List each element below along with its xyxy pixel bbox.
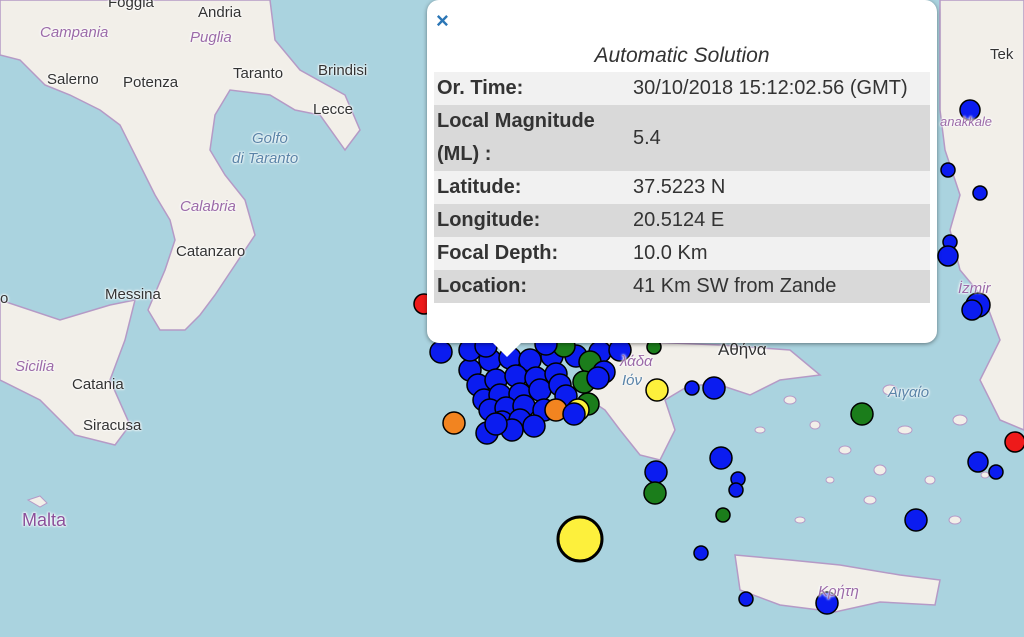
value-focal-depth: 10.0 Km [633,242,708,264]
marker-green[interactable] [643,481,667,505]
place-andria: Andria [198,4,242,21]
close-icon[interactable]: × [436,10,458,32]
region-sicilia: Sicilia [15,358,55,375]
marker-blue[interactable] [961,299,983,321]
region-puglia: Puglia [190,29,232,46]
marker-blue[interactable] [937,245,959,267]
marker-yellow-large[interactable] [556,515,604,563]
row-longitude: Longitude: 20.5124 E [434,204,930,237]
value-latitude: 37.5223 N [633,176,726,198]
earthquake-info-table: Or. Time: 30/10/2018 15:12:02.56 (GMT) L… [434,72,930,303]
value-origin-time: 30/10/2018 15:12:02.56 (GMT) [633,77,908,99]
region-kriti: Κρήτη [818,583,859,600]
marker-green[interactable] [715,507,731,523]
place-catanzaro: Catanzaro [176,243,246,260]
country-ellada: λάδα [620,353,653,370]
region-calabria: Calabria [180,198,236,215]
row-magnitude: Local Magnitude (ML) : 5.4 [434,105,930,171]
marker-blue[interactable] [738,591,754,607]
region-campania: Campania [40,24,109,41]
value-magnitude: 5.4 [633,126,661,149]
place-tek: Tek [990,46,1014,63]
label-magnitude: Local Magnitude (ML) : [437,110,595,165]
place-messina: Messina [105,286,161,303]
label-latitude: Latitude: [437,176,522,198]
marker-blue[interactable] [484,412,508,436]
row-location: Location: 41 Km SW from Zande [434,270,930,303]
marker-blue[interactable] [728,482,744,498]
marker-blue[interactable] [644,460,668,484]
place-foggia: Foggia [108,0,154,11]
sea-di-taranto: di Taranto [232,150,299,167]
marker-green[interactable] [850,402,874,426]
sea-aigaio: Αιγαίο [888,384,930,401]
popup-title: Automatic Solution [594,44,770,67]
marker-blue[interactable] [693,545,709,561]
marker-blue[interactable] [988,464,1004,480]
place-izmir: İzmir [958,280,991,297]
row-focal-depth: Focal Depth: 10.0 Km [434,237,930,270]
label-longitude: Longitude: [437,209,541,231]
marker-blue[interactable] [709,446,733,470]
place-canakkale: anakkale [940,114,993,129]
marker-blue[interactable] [940,162,956,178]
country-malta: Malta [22,510,67,530]
place-o: o [0,290,9,307]
place-lecce: Lecce [313,101,354,118]
marker-blue[interactable] [562,402,586,426]
sea-golfo: Golfo [252,130,288,147]
value-longitude: 20.5124 E [633,209,725,231]
place-salerno: Salerno [47,71,99,88]
label-location: Location: [437,275,527,297]
sea-ionio: Ιόν [622,372,643,389]
place-potenza: Potenza [123,74,179,91]
marker-orange[interactable] [442,411,466,435]
value-location: 41 Km SW from Zande [633,275,837,297]
marker-blue[interactable] [967,451,989,473]
row-latitude: Latitude: 37.5223 N [434,171,930,204]
place-taranto: Taranto [233,65,284,82]
marker-blue[interactable] [702,376,726,400]
marker-blue[interactable] [904,508,928,532]
marker-yellow[interactable] [645,378,669,402]
place-catania: Catania [72,376,124,393]
place-siracusa: Siracusa [83,417,142,434]
popup-tip [491,341,523,357]
row-origin-time: Or. Time: 30/10/2018 15:12:02.56 (GMT) [434,72,930,105]
label-focal-depth: Focal Depth: [437,242,559,264]
place-brindisi: Brindisi [318,62,368,79]
marker-blue[interactable] [429,340,453,364]
marker-red[interactable] [1004,431,1024,453]
marker-blue[interactable] [522,414,546,438]
marker-blue[interactable] [972,185,988,201]
marker-blue[interactable] [684,380,700,396]
label-origin-time: Or. Time: [437,77,524,99]
marker-blue[interactable] [586,366,610,390]
place-athina: Αθήνα [718,340,767,359]
